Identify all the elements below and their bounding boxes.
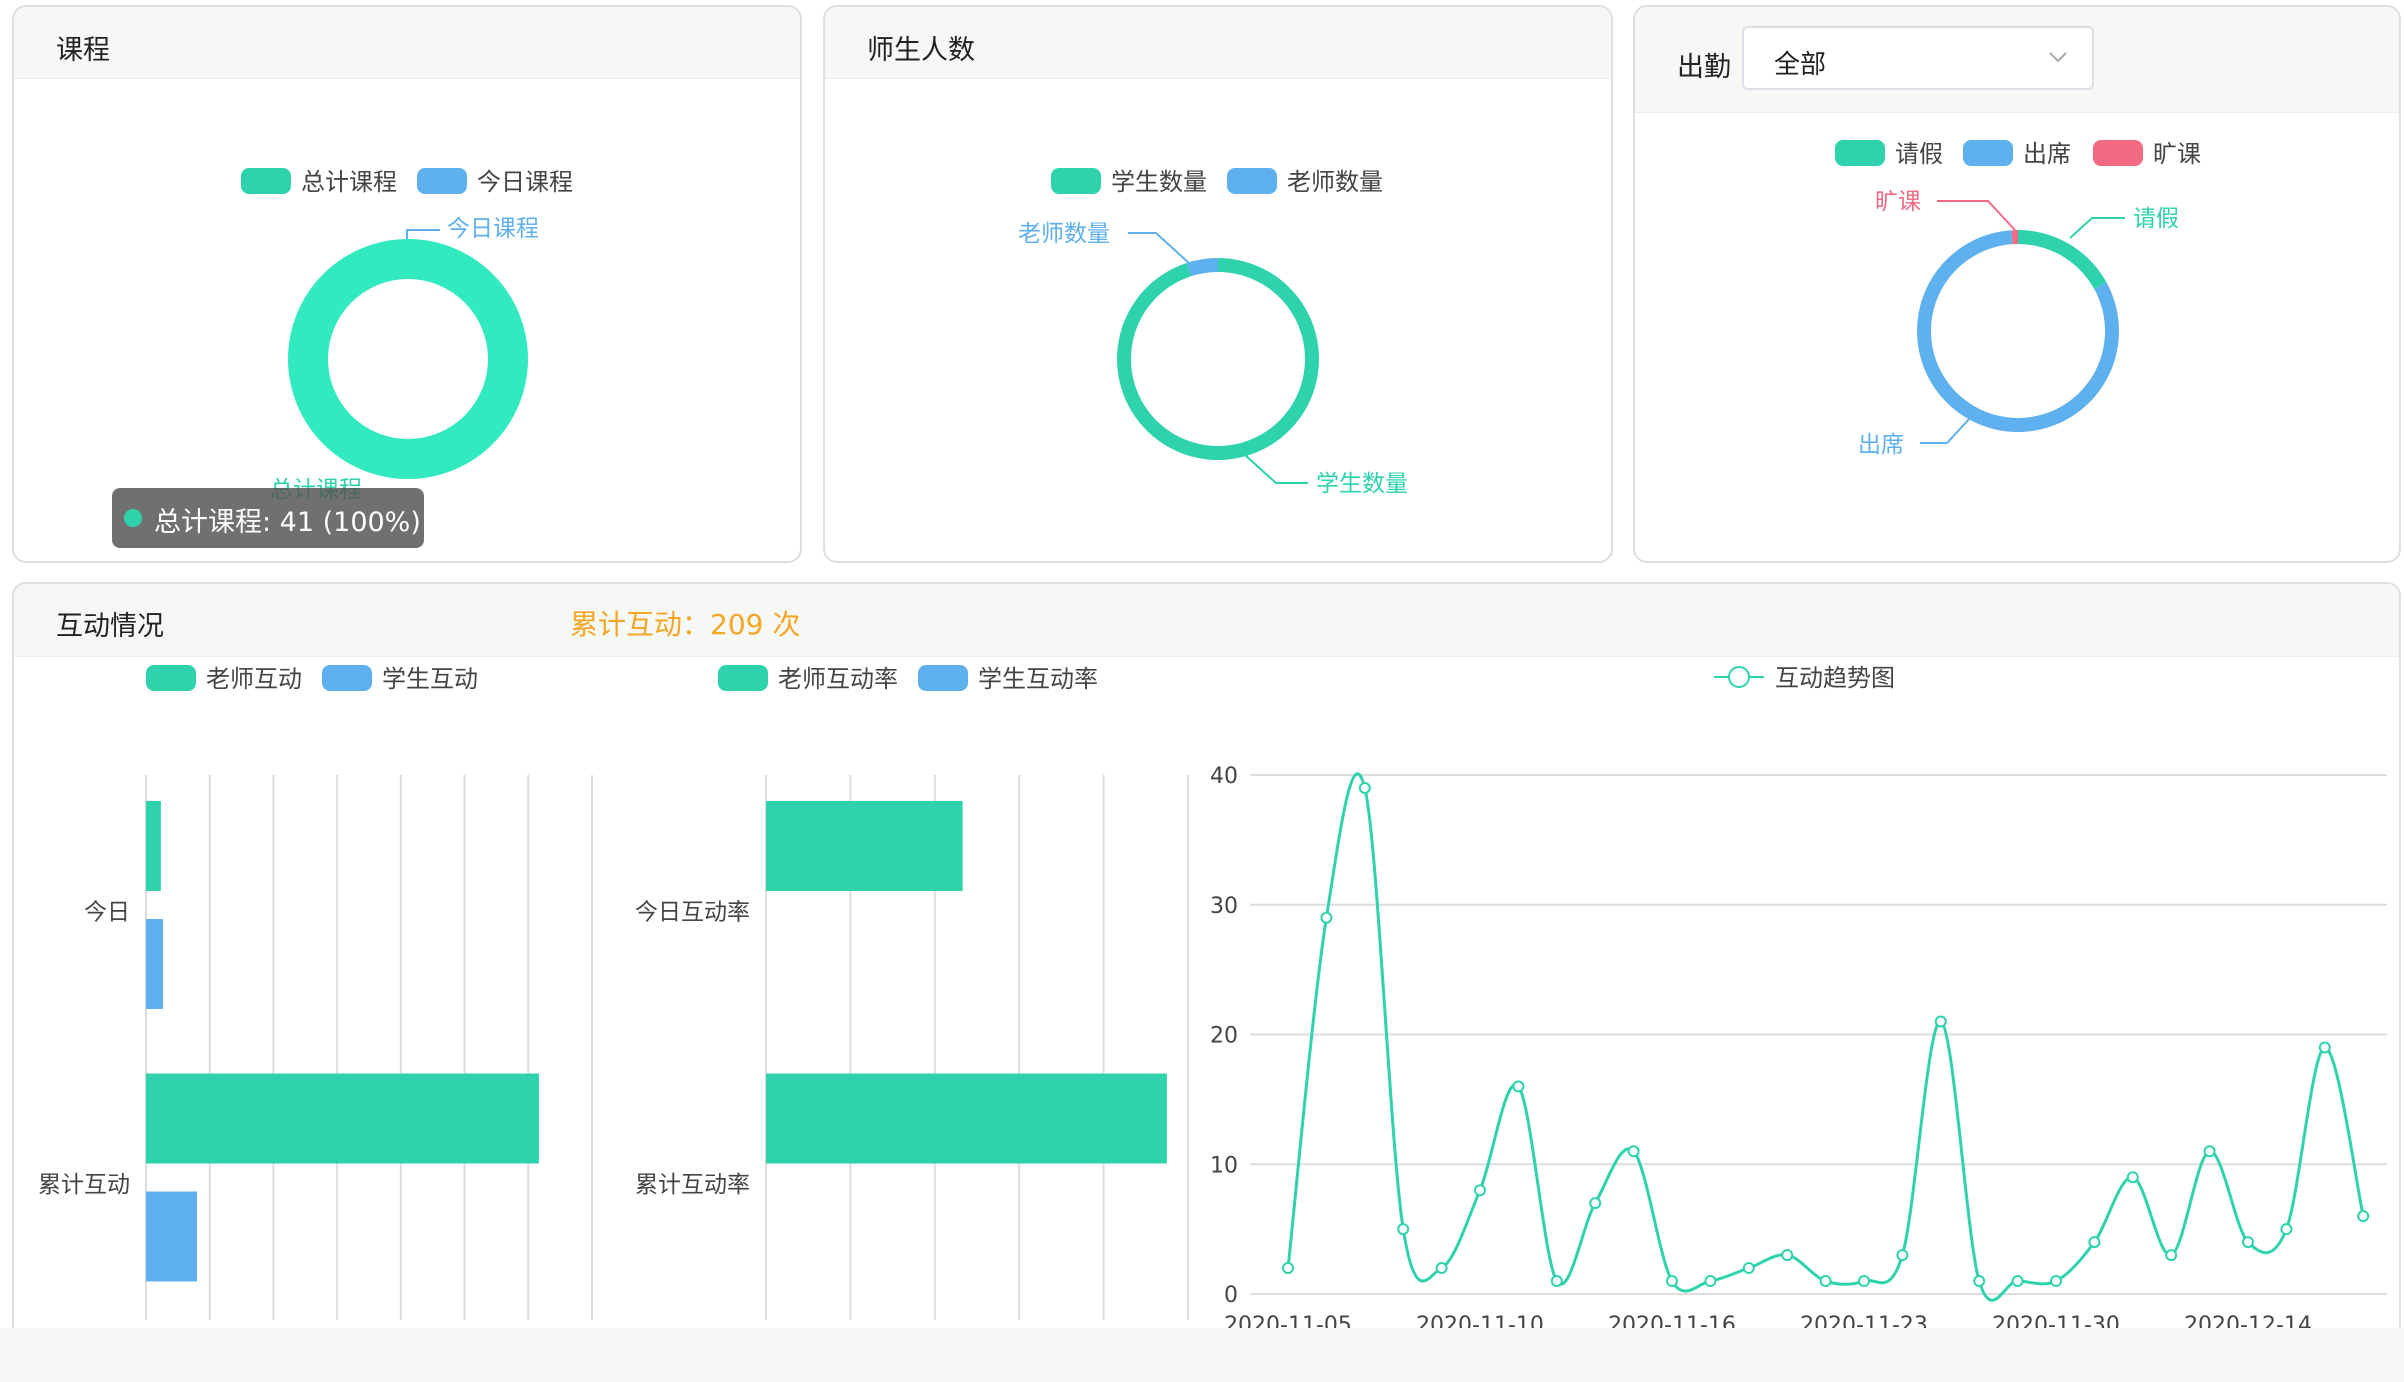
bar-0-1[interactable] <box>146 1073 539 1164</box>
trend-point[interactable] <box>2126 1171 2139 1184</box>
trend-point[interactable] <box>1589 1197 1602 1210</box>
trend-point[interactable] <box>1397 1223 1410 1236</box>
y-tick-label: 10 <box>1210 1153 1238 1178</box>
bar-0-1[interactable] <box>766 1073 1167 1164</box>
legend-item-student-rate[interactable]: 学生互动率 <box>918 665 1098 693</box>
y-tick-label: 40 <box>1210 764 1238 789</box>
trend-point[interactable] <box>1742 1262 1755 1275</box>
bar-1-0[interactable] <box>146 919 163 1009</box>
trend-point[interactable] <box>2357 1210 2370 1223</box>
interaction-rate-bar-chart: 012345今日互动率累计互动率 <box>635 775 1189 1320</box>
trend-point[interactable] <box>1704 1275 1717 1288</box>
trend-point[interactable] <box>1512 1080 1525 1093</box>
trend-point[interactable] <box>2011 1275 2024 1288</box>
bar-0-0[interactable] <box>146 801 161 891</box>
trend-point[interactable] <box>1627 1145 1640 1158</box>
legend-item-teacher-rate[interactable]: 老师互动率 <box>718 665 898 693</box>
page-bottom-strip <box>0 1328 2404 1382</box>
trend-point[interactable] <box>2318 1041 2331 1054</box>
trend-point[interactable] <box>1320 911 1333 924</box>
bar-1-1[interactable] <box>146 1191 197 1282</box>
trend-line <box>1286 772 2365 1302</box>
interaction-rate-legend: 老师互动率 学生互动率 <box>718 665 1098 693</box>
y-category-label: 累计互动 <box>38 1172 130 1198</box>
x-tick-label: 2020-11-16 <box>1608 1313 1736 1328</box>
y-tick-label: 0 <box>1224 1283 1238 1308</box>
legend-item-teacher-interaction[interactable]: 老师互动 <box>146 665 302 693</box>
legend-circle-trend-icon <box>1728 666 1750 688</box>
x-tick-label: 2020-12-14 <box>2184 1313 2312 1328</box>
trend-point[interactable] <box>1781 1249 1794 1262</box>
trend-point[interactable] <box>1934 1015 1947 1028</box>
x-tick-label: 2020-11-05 <box>1224 1313 1352 1328</box>
trend-point[interactable] <box>1973 1275 1986 1288</box>
legend-label-student-interaction: 学生互动 <box>382 665 478 693</box>
y-category-label: 今日 <box>84 899 130 925</box>
legend-label-teacher-rate: 老师互动率 <box>778 665 898 693</box>
legend-swatch-student-interaction <box>322 665 372 691</box>
trend-point[interactable] <box>1550 1275 1563 1288</box>
trend-point[interactable] <box>1666 1275 1678 1288</box>
bar-0-0[interactable] <box>766 801 963 891</box>
y-category-label: 今日互动率 <box>635 899 750 925</box>
trend-point[interactable] <box>1435 1262 1448 1275</box>
legend-label-student-rate: 学生互动率 <box>978 665 1098 693</box>
trend-point[interactable] <box>2088 1236 2101 1249</box>
x-tick-label: 2020-11-23 <box>1800 1313 1928 1328</box>
y-tick-label: 20 <box>1210 1024 1238 1049</box>
trend-point[interactable] <box>2203 1145 2216 1158</box>
trend-point[interactable] <box>1474 1184 1486 1197</box>
interaction-charts: 老师互动 学生互动 老师互动率 学生互动率 互动趋势图 030609012015… <box>38 664 2387 1328</box>
y-category-label: 累计互动率 <box>635 1172 750 1198</box>
trend-point[interactable] <box>1358 781 1371 794</box>
y-tick-label: 30 <box>1210 894 1238 919</box>
trend-point[interactable] <box>2165 1249 2178 1262</box>
interaction-trend-line-chart: 0 10 20 30 40 2020-11-05 2020-11-10 2020-11-16 2… <box>1210 764 2387 1328</box>
legend-item-student-interaction[interactable]: 学生互动 <box>322 665 478 693</box>
interaction-line-legend[interactable]: 互动趋势图 <box>1714 664 1895 692</box>
interaction-count-bar-chart: 0306090120150180210今日累计互动 <box>38 775 593 1320</box>
legend-label-trend: 互动趋势图 <box>1775 664 1895 692</box>
x-tick-label: 2020-11-30 <box>1992 1313 2120 1328</box>
trend-point[interactable] <box>2050 1275 2062 1288</box>
legend-label-teacher-interaction: 老师互动 <box>206 665 302 693</box>
legend-swatch-student-rate <box>918 665 968 691</box>
trend-point[interactable] <box>2280 1223 2293 1236</box>
interaction-bar-legend: 老师互动 学生互动 <box>146 665 478 693</box>
trend-point[interactable] <box>1858 1275 1870 1288</box>
trend-point[interactable] <box>1819 1275 1832 1288</box>
legend-swatch-teacher-interaction <box>146 665 196 691</box>
legend-swatch-teacher-rate <box>718 665 768 691</box>
trend-point[interactable] <box>1896 1249 1909 1262</box>
trend-point[interactable] <box>2242 1236 2254 1249</box>
x-tick-label: 2020-11-10 <box>1416 1313 1544 1328</box>
trend-point[interactable] <box>1282 1262 1294 1275</box>
